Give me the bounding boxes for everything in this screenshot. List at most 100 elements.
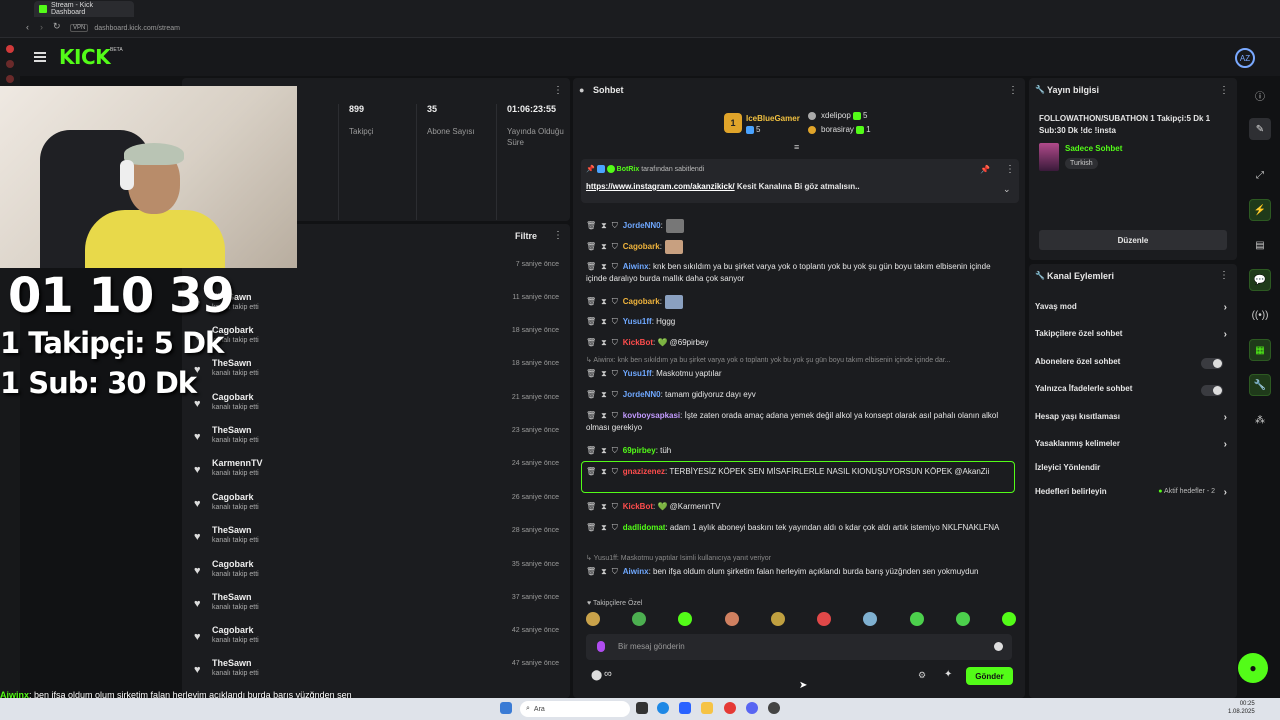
store-icon[interactable]	[679, 702, 691, 714]
follower-name[interactable]: TheSawn	[212, 425, 252, 435]
taskbar-search[interactable]: ⌕ Ara	[520, 701, 630, 717]
delete-icon[interactable]: 🗑	[586, 446, 596, 455]
ban-icon[interactable]: ⛉	[612, 262, 618, 271]
obs-icon[interactable]	[768, 702, 780, 714]
ban-icon[interactable]: ⛉	[612, 523, 618, 532]
gifter-row[interactable]: xdelipop 5	[808, 111, 868, 120]
settings-gear-icon[interactable]: ⚙	[918, 670, 926, 681]
sidebar-app-icon[interactable]	[6, 75, 14, 83]
kebab-menu-icon[interactable]: ⋮	[1008, 85, 1018, 96]
chat-username[interactable]: Aiwinx	[623, 262, 649, 271]
chat-username[interactable]: KickBot	[623, 502, 653, 511]
back-icon[interactable]: ‹	[26, 22, 29, 32]
channel-action-item[interactable]: Hesap yaşı kısıtlaması ›	[1035, 412, 1231, 428]
ban-icon[interactable]: ⛉	[612, 502, 618, 511]
delete-icon[interactable]: 🗑	[586, 523, 596, 532]
follower-name[interactable]: Cagobark	[212, 392, 254, 402]
ban-icon[interactable]: ⛉	[612, 567, 618, 576]
info-icon[interactable]: ⓘ	[1249, 84, 1271, 106]
task-view-icon[interactable]	[636, 702, 648, 714]
opera-icon[interactable]	[724, 702, 736, 714]
ban-icon[interactable]: ⛉	[612, 467, 618, 476]
channel-action-item[interactable]: İzleyici Yönlendir	[1035, 463, 1231, 479]
layout-icon[interactable]: ▦	[1249, 339, 1271, 361]
timeout-icon[interactable]: ⧗	[601, 390, 607, 399]
chevron-down-icon[interactable]: ⌄	[1003, 184, 1011, 195]
edit-button[interactable]: Düzenle	[1039, 230, 1227, 250]
microphone-icon[interactable]	[597, 641, 605, 652]
ban-icon[interactable]: ⛉	[612, 411, 618, 420]
follower-name[interactable]: Cagobark	[212, 559, 254, 569]
follower-name[interactable]: TheSawn	[212, 525, 252, 535]
channel-action-item[interactable]: Yavaş mod ›	[1035, 302, 1231, 318]
timeout-icon[interactable]: ⧗	[601, 467, 607, 476]
chat-icon[interactable]: 💬	[1249, 269, 1271, 291]
pinned-author[interactable]: BotRix	[617, 166, 640, 173]
timeout-icon[interactable]: ⧗	[601, 221, 607, 230]
hamburger-menu-icon[interactable]	[34, 52, 46, 62]
chat-username[interactable]: 69pirbey	[623, 446, 656, 455]
chat-username[interactable]: KickBot	[623, 338, 653, 347]
sidebar-app-icon[interactable]	[6, 60, 14, 68]
toggle-switch[interactable]	[1201, 385, 1223, 396]
emote-icon[interactable]	[632, 612, 647, 626]
timeout-icon[interactable]: ⧗	[601, 411, 607, 420]
follower-name[interactable]: Cagobark	[212, 625, 254, 635]
chat-username[interactable]: Aiwinx	[623, 567, 649, 576]
stream-category[interactable]: Sadece Sohbet	[1065, 144, 1122, 153]
pinned-link[interactable]: https://www.instagram.com/akanzikick/	[586, 182, 735, 191]
ban-icon[interactable]: ⛉	[612, 390, 618, 399]
unpin-icon[interactable]: 📌	[980, 165, 990, 174]
channel-action-item[interactable]: Yalnızca İfadelerle sohbet	[1035, 384, 1231, 400]
delete-icon[interactable]: 🗑	[586, 567, 596, 576]
delete-icon[interactable]: 🗑	[586, 502, 596, 511]
ban-icon[interactable]: ⛉	[612, 242, 618, 251]
emote-icon[interactable]	[724, 612, 739, 626]
follower-name[interactable]: Cagobark	[212, 492, 254, 502]
timeout-icon[interactable]: ⧗	[601, 317, 607, 326]
chat-username[interactable]: JordeNN0	[623, 221, 661, 230]
timeout-icon[interactable]: ⧗	[601, 369, 607, 378]
toggle-switch[interactable]	[1201, 358, 1223, 369]
delete-icon[interactable]: 🗑	[586, 297, 596, 306]
chat-username[interactable]: dadlidomat	[623, 523, 666, 532]
follower-name[interactable]: TheSawn	[212, 658, 252, 668]
kebab-menu-icon[interactable]: ⋮	[1219, 85, 1229, 96]
timeout-icon[interactable]: ⧗	[601, 502, 607, 511]
timeout-icon[interactable]: ⧗	[601, 262, 607, 271]
timeout-icon[interactable]: ⧗	[601, 523, 607, 532]
follower-name[interactable]: TheSawn	[212, 592, 252, 602]
emote-icon[interactable]	[909, 612, 924, 626]
document-icon[interactable]: ▤	[1249, 234, 1271, 256]
broadcast-icon[interactable]: ((•))	[1249, 304, 1271, 326]
filter-button[interactable]: Filtre	[515, 231, 537, 241]
timeout-icon[interactable]: ⧗	[601, 567, 607, 576]
points-icon[interactable]: ⬤	[591, 670, 602, 681]
kebab-menu-icon[interactable]: ⋮	[553, 230, 563, 241]
tools-icon[interactable]: 🔧	[1249, 374, 1271, 396]
forward-icon[interactable]: ›	[40, 22, 43, 32]
opera-logo-icon[interactable]	[6, 45, 14, 53]
delete-icon[interactable]: 🗑	[586, 242, 596, 251]
delete-icon[interactable]: 🗑	[586, 317, 596, 326]
mod-tools-icon[interactable]: ✦	[944, 669, 952, 680]
support-chat-icon[interactable]: ●	[1238, 653, 1268, 683]
ban-icon[interactable]: ⛉	[612, 446, 618, 455]
lightning-icon[interactable]: ⚡	[1249, 199, 1271, 221]
emote-icon[interactable]	[1001, 612, 1016, 626]
emote-icon[interactable]	[955, 612, 970, 626]
chat-username[interactable]: Cagobark	[623, 297, 660, 306]
delete-icon[interactable]: 🗑	[586, 411, 596, 420]
ban-icon[interactable]: ⛉	[612, 338, 618, 347]
timeout-icon[interactable]: ⧗	[601, 446, 607, 455]
delete-icon[interactable]: 🗑	[586, 369, 596, 378]
chat-username[interactable]: JordeNN0	[623, 390, 661, 399]
top-gifter-name[interactable]: IceBlueGamer	[746, 114, 800, 123]
ban-icon[interactable]: ⛉	[612, 369, 618, 378]
delete-icon[interactable]: 🗑	[586, 221, 596, 230]
kebab-menu-icon[interactable]: ⋮	[1219, 270, 1229, 281]
reload-icon[interactable]: ↻	[53, 21, 61, 32]
browser-tab[interactable]: Stream - Kick Dashboard	[34, 1, 134, 17]
chat-input-placeholder[interactable]: Bir mesaj gönderin	[618, 642, 685, 651]
windows-start-icon[interactable]	[500, 702, 512, 714]
